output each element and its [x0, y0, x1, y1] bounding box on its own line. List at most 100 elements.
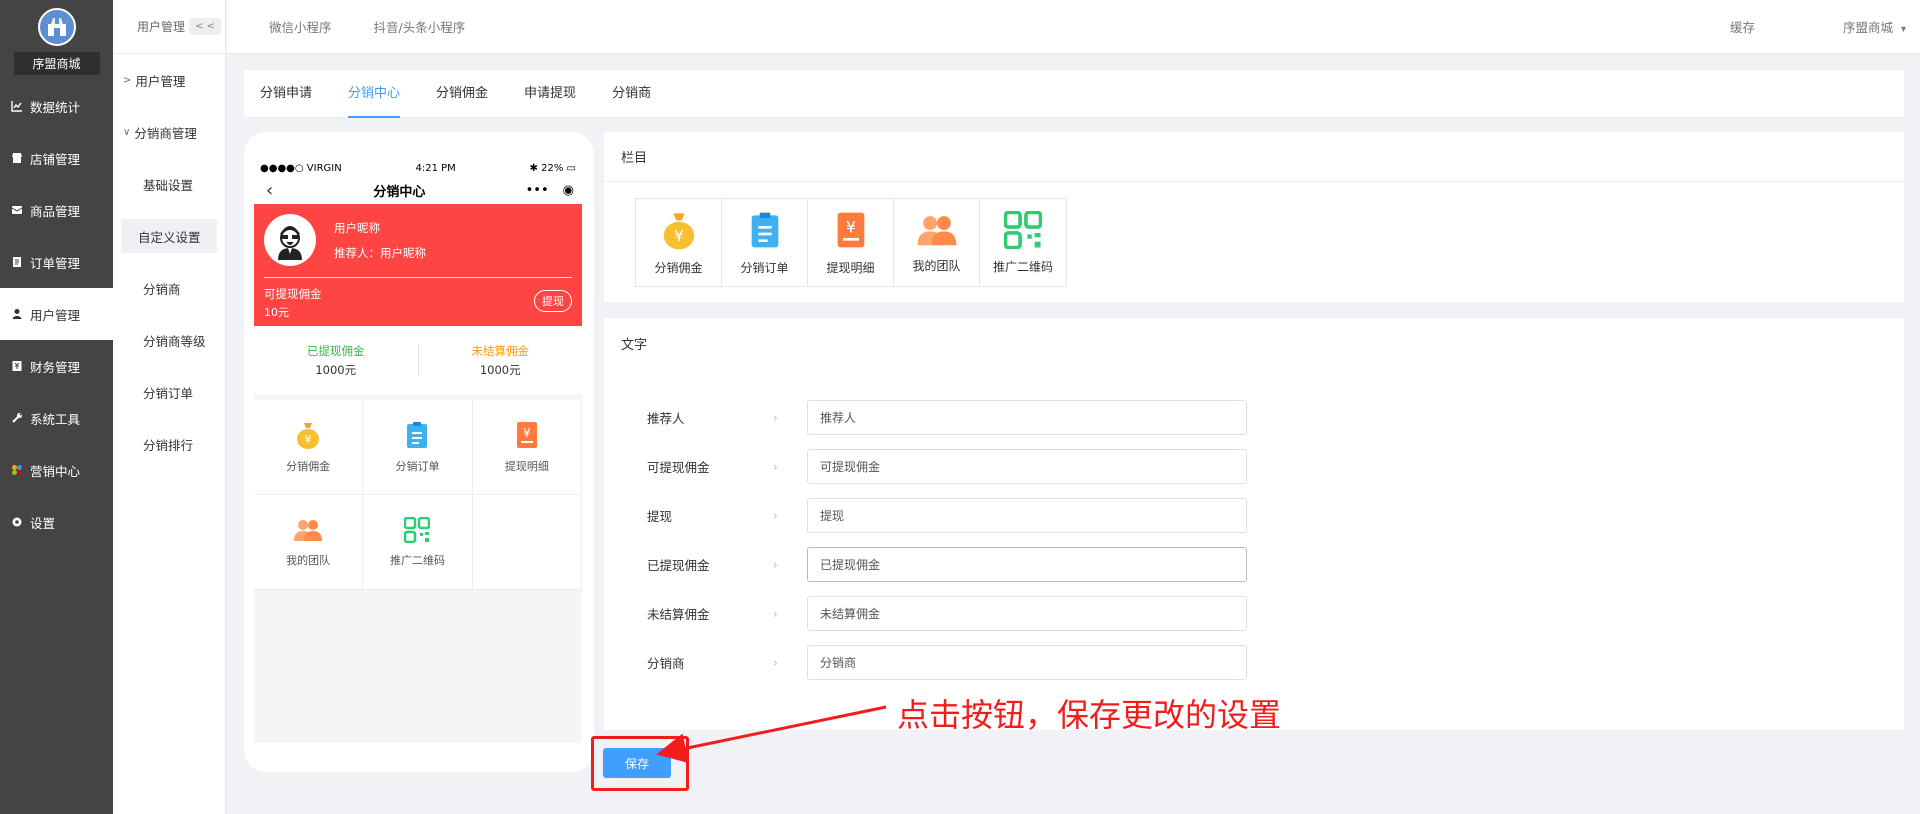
sidebar-item-system-tools[interactable]: 系统工具	[0, 392, 113, 444]
subitem-distribution-ranking[interactable]: 分销排行	[113, 418, 225, 470]
unsettled-input[interactable]	[807, 596, 1247, 631]
sidebar-item-users[interactable]: 用户管理	[0, 288, 113, 340]
gear-icon	[10, 515, 24, 529]
unsettled-value: 1000元	[479, 362, 521, 377]
money-bag-icon: ¥	[661, 210, 697, 253]
chevron-down-icon: ∨	[123, 126, 131, 138]
withdrawn-value: 1000元	[315, 362, 357, 377]
battery-text: 22%	[541, 162, 564, 174]
grid-item-commission[interactable]: ¥ 分销佣金	[254, 400, 364, 495]
subgroup-distributor-management[interactable]: ∨ 分销商管理	[113, 106, 225, 158]
withdraw-input[interactable]	[807, 498, 1247, 533]
tab-distribution-center[interactable]: 分销中心	[348, 70, 401, 118]
user-info-card: 用户昵称 推荐人：用户昵称 可提现佣金 10元 提现	[254, 204, 582, 326]
bluetooth-icon: ✱	[529, 162, 538, 174]
chevron-right-icon: ›	[773, 508, 778, 523]
field-row-distributor: 分销商 ›	[647, 645, 1247, 680]
column-label: 我的团队	[912, 258, 961, 273]
column-orders[interactable]: 分销订单	[722, 199, 808, 286]
commission-stats: 已提现佣金 1000元 未结算佣金 1000元	[254, 326, 582, 394]
withdrawable-input[interactable]	[807, 449, 1247, 484]
sidebar-item-label: 店铺管理	[30, 151, 81, 167]
more-dots-icon[interactable]: •••	[526, 183, 549, 198]
subitem-distributor-levels[interactable]: 分销商等级	[113, 314, 225, 366]
wrench-icon	[10, 411, 24, 425]
subbar-title: 用户管理	[137, 20, 186, 34]
sidebar-item-finance[interactable]: 财务管理	[0, 340, 113, 392]
sidebar-item-products[interactable]: 商品管理	[0, 184, 113, 236]
team-icon	[293, 517, 323, 546]
withdraw-detail-icon: ¥	[515, 421, 539, 452]
save-button[interactable]: 保存	[603, 748, 671, 778]
chevron-right-icon: ›	[773, 655, 778, 670]
divider	[264, 277, 572, 278]
withdrawn-input[interactable]	[807, 547, 1247, 582]
svg-text:¥: ¥	[523, 426, 531, 440]
store-switcher-label: 序盟商城	[1842, 20, 1893, 35]
sidebar-item-label: 系统工具	[30, 411, 81, 427]
grid-item-label: 我的团队	[286, 553, 331, 567]
grid-item-label: 分销订单	[395, 459, 440, 473]
referrer-input[interactable]	[807, 400, 1247, 435]
back-arrow-icon[interactable]: ‹	[266, 180, 273, 201]
field-row-referrer: 推荐人 ›	[647, 400, 1247, 435]
close-circle-icon[interactable]: ◉	[563, 183, 574, 198]
grid-item-qr-code[interactable]: 推广二维码	[363, 495, 473, 590]
grid-item-label: 推广二维码	[389, 553, 445, 567]
phone-page-title: 分销中心	[373, 184, 426, 200]
column-commission[interactable]: ¥ 分销佣金	[636, 199, 722, 286]
tab-distribution-apply[interactable]: 分销申请	[260, 70, 312, 118]
field-row-withdrawn: 已提现佣金 ›	[647, 547, 1247, 582]
miniapp-capsule[interactable]: ••• ◉	[526, 183, 574, 198]
withdrawn-stat: 已提现佣金 1000元	[254, 343, 418, 378]
subitem-distributors[interactable]: 分销商	[113, 262, 225, 314]
sidebar-item-store[interactable]: 店铺管理	[0, 132, 113, 184]
grid-item-withdraw-detail[interactable]: ¥ 提现明细	[472, 400, 582, 495]
distributor-input[interactable]	[807, 645, 1247, 680]
subitem-basic-settings[interactable]: 基础设置	[113, 158, 225, 210]
column-qr-code[interactable]: 推广二维码	[980, 199, 1066, 286]
finance-icon	[10, 359, 24, 373]
brand-logo-box: 序盟商城	[0, 0, 113, 80]
tab-bar: 分销申请 分销中心 分销佣金 申请提现 分销商	[244, 70, 1904, 118]
sidebar-item-orders[interactable]: 订单管理	[0, 236, 113, 288]
grid-item-my-team[interactable]: 我的团队	[254, 495, 364, 590]
sidebar-item-data-stats[interactable]: 数据统计	[0, 80, 113, 132]
subgroup-user-management[interactable]: > 用户管理	[113, 54, 225, 106]
collapse-sidebar-button[interactable]: < <	[189, 18, 221, 35]
column-withdraw-detail[interactable]: ¥ 提现明细	[808, 199, 894, 286]
marketing-icon	[10, 463, 24, 477]
tab-distribution-commission[interactable]: 分销佣金	[436, 70, 488, 118]
sidebar-item-settings[interactable]: 设置	[0, 496, 113, 548]
text-panel-title: 文字	[621, 337, 648, 353]
top-link-wechat-miniapp[interactable]: 微信小程序	[269, 17, 332, 36]
phone-nav-bar: ‹ 分销中心 ••• ◉	[254, 176, 582, 204]
chart-line-icon	[10, 99, 24, 113]
column-label: 提现明细	[826, 260, 875, 275]
tab-distributors[interactable]: 分销商	[612, 70, 651, 118]
subitem-distribution-orders[interactable]: 分销订单	[113, 366, 225, 418]
column-my-team[interactable]: 我的团队	[894, 199, 980, 286]
grid-empty-cell	[472, 495, 582, 590]
withdrawable-label: 可提现佣金	[264, 287, 322, 301]
main-content: 分销申请 分销中心 分销佣金 申请提现 分销商	[244, 70, 1904, 118]
field-label: 提现	[647, 509, 673, 524]
sidebar-item-marketing[interactable]: 营销中心	[0, 444, 113, 496]
field-label: 未结算佣金	[647, 607, 710, 622]
store-switcher[interactable]: 序盟商城 ▾	[1799, 17, 1906, 36]
svg-text:¥: ¥	[845, 217, 855, 236]
top-link-douyin-miniapp[interactable]: 抖音/头条小程序	[374, 17, 466, 36]
phone-menu-grid: ¥ 分销佣金 分销订单 ¥ 提现明细 我的团队 推广二维码	[254, 400, 582, 590]
column-label: 推广二维码	[992, 259, 1053, 274]
store-logo-icon	[37, 8, 76, 46]
subitem-custom-settings[interactable]: 自定义设置	[121, 219, 217, 253]
qr-code-icon	[1003, 210, 1043, 252]
field-label: 已提现佣金	[647, 558, 710, 573]
grid-item-orders[interactable]: 分销订单	[363, 400, 473, 495]
tab-apply-withdraw[interactable]: 申请提现	[524, 70, 576, 118]
phone-screen: ●●●●○ VIRGIN 4:21 PM ✱ 22% ▭ ‹ 分销中心 ••• ◉…	[254, 160, 582, 743]
product-icon	[10, 203, 24, 217]
withdraw-button[interactable]: 提现	[534, 290, 572, 312]
referrer-text: 推荐人：用户昵称	[334, 246, 426, 260]
cache-button[interactable]: 缓存	[1730, 17, 1755, 36]
